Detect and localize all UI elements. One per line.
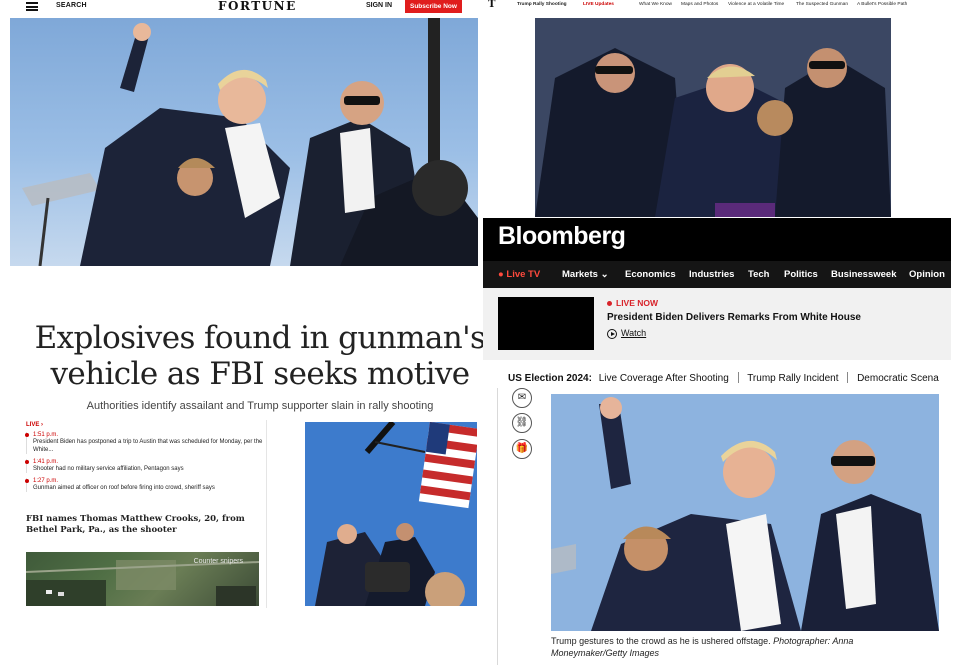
fortune-search-link[interactable]: SEARCH: [56, 2, 87, 9]
story-headline-link[interactable]: FBI names Thomas Matthew Crooks, 20, fro…: [26, 514, 266, 536]
election-link[interactable]: Trump Rally Incident: [747, 373, 838, 384]
nyt-nav-item[interactable]: LIVE Updates: [583, 2, 614, 7]
watch-link[interactable]: Watch: [607, 328, 646, 339]
link-icon[interactable]: ⛓: [512, 413, 532, 433]
photo-caption: Trump gestures to the crowd as he is ush…: [551, 635, 931, 659]
column-divider: [266, 420, 267, 608]
nav-markets[interactable]: Markets ⌄: [562, 269, 609, 280]
aerial-map-graphic[interactable]: Counter snipers: [26, 552, 259, 606]
rally-photo: [535, 18, 891, 217]
bloomberg-hero-photo: [551, 394, 939, 631]
rally-photo: [551, 394, 939, 631]
live-item[interactable]: 1:27 p.m. Gunman aimed at officer on roo…: [25, 478, 266, 492]
nyt-nav-item[interactable]: What We Know: [639, 2, 672, 7]
email-icon[interactable]: ✉: [512, 388, 532, 408]
nav-industries[interactable]: Industries: [689, 269, 734, 280]
fortune-logo[interactable]: FORTUNE: [218, 0, 297, 13]
live-dot-icon: [25, 479, 29, 483]
map-label: Counter snipers: [193, 558, 243, 565]
headline-line: Explosives found in gunman's: [34, 320, 486, 356]
live-video-thumbnail[interactable]: [498, 297, 594, 350]
nav-live-tv[interactable]: ● Live TV: [498, 269, 540, 280]
menu-icon[interactable]: [26, 2, 38, 11]
signin-link[interactable]: SIGN IN: [366, 2, 392, 9]
nyt-nav-item[interactable]: Trump Rally Shooting: [517, 2, 567, 7]
nyt-nav-item[interactable]: The Suspected Gunman: [796, 2, 848, 7]
fortune-hero-photo: [10, 18, 478, 266]
headline-line: vehicle as FBI seeks motive: [50, 356, 470, 392]
caption-text: Trump gestures to the crowd as he is ush…: [551, 636, 771, 646]
live-text: President Biden has postponed a trip to …: [33, 439, 263, 453]
election-link[interactable]: Democratic Scena: [857, 373, 939, 384]
bloomberg-logo[interactable]: Bloomberg: [498, 222, 626, 251]
election-label: US Election 2024:: [508, 373, 592, 384]
nyt-hero-photo: [535, 18, 891, 217]
nav-businessweek[interactable]: Businessweek: [831, 269, 896, 280]
separator: [737, 372, 739, 383]
subscribe-button[interactable]: Subscribe Now: [405, 0, 462, 13]
wapo-side-photo[interactable]: [305, 422, 477, 606]
wapo-headline[interactable]: Explosives found in gunman's vehicle as …: [30, 320, 490, 392]
nyt-nav-item[interactable]: A Bullet's Possible Path: [857, 2, 907, 7]
play-icon: [607, 328, 617, 339]
live-title-link[interactable]: President Biden Delivers Remarks From Wh…: [607, 312, 861, 323]
nav-opinion[interactable]: Opinion: [909, 269, 945, 280]
election-link[interactable]: Live Coverage After Shooting: [599, 373, 729, 384]
live-dot-icon: [25, 460, 29, 464]
nyt-topic-nav: Trump Rally Shooting LIVE Updates What W…: [486, 0, 960, 12]
wapo-subhead: Authorities identify assailant and Trump…: [86, 400, 434, 412]
rally-photo: [22, 18, 478, 266]
nyt-nav-item[interactable]: Maps and Photos: [681, 2, 718, 7]
live-label[interactable]: LIVE ›: [26, 422, 266, 428]
gift-icon[interactable]: 🎁: [512, 439, 532, 459]
sidebar-rule: [497, 388, 498, 665]
live-item[interactable]: 1:51 p.m. President Biden has postponed …: [25, 432, 266, 454]
live-dot-icon: [607, 301, 612, 307]
nyt-nav-item[interactable]: Violence at a Volatile Time: [728, 2, 784, 7]
nav-economics[interactable]: Economics: [625, 269, 676, 280]
election-link-strip: US Election 2024: Live Coverage After Sh…: [508, 372, 951, 386]
rally-flag-photo: [305, 422, 477, 606]
live-now-label: LIVE NOW: [607, 298, 658, 308]
nav-politics[interactable]: Politics: [784, 269, 818, 280]
live-dot-icon: [25, 433, 29, 437]
live-text: Shooter had no military service affiliat…: [33, 466, 184, 472]
nav-tech[interactable]: Tech: [748, 269, 769, 280]
live-text: Gunman aimed at officer on roof before f…: [33, 485, 215, 491]
chevron-down-icon: ⌄: [600, 269, 609, 280]
live-item[interactable]: 1:41 p.m. Shooter had no military servic…: [25, 459, 266, 473]
separator: [847, 372, 849, 383]
live-updates-list: LIVE › 1:51 p.m. President Biden has pos…: [25, 422, 266, 497]
